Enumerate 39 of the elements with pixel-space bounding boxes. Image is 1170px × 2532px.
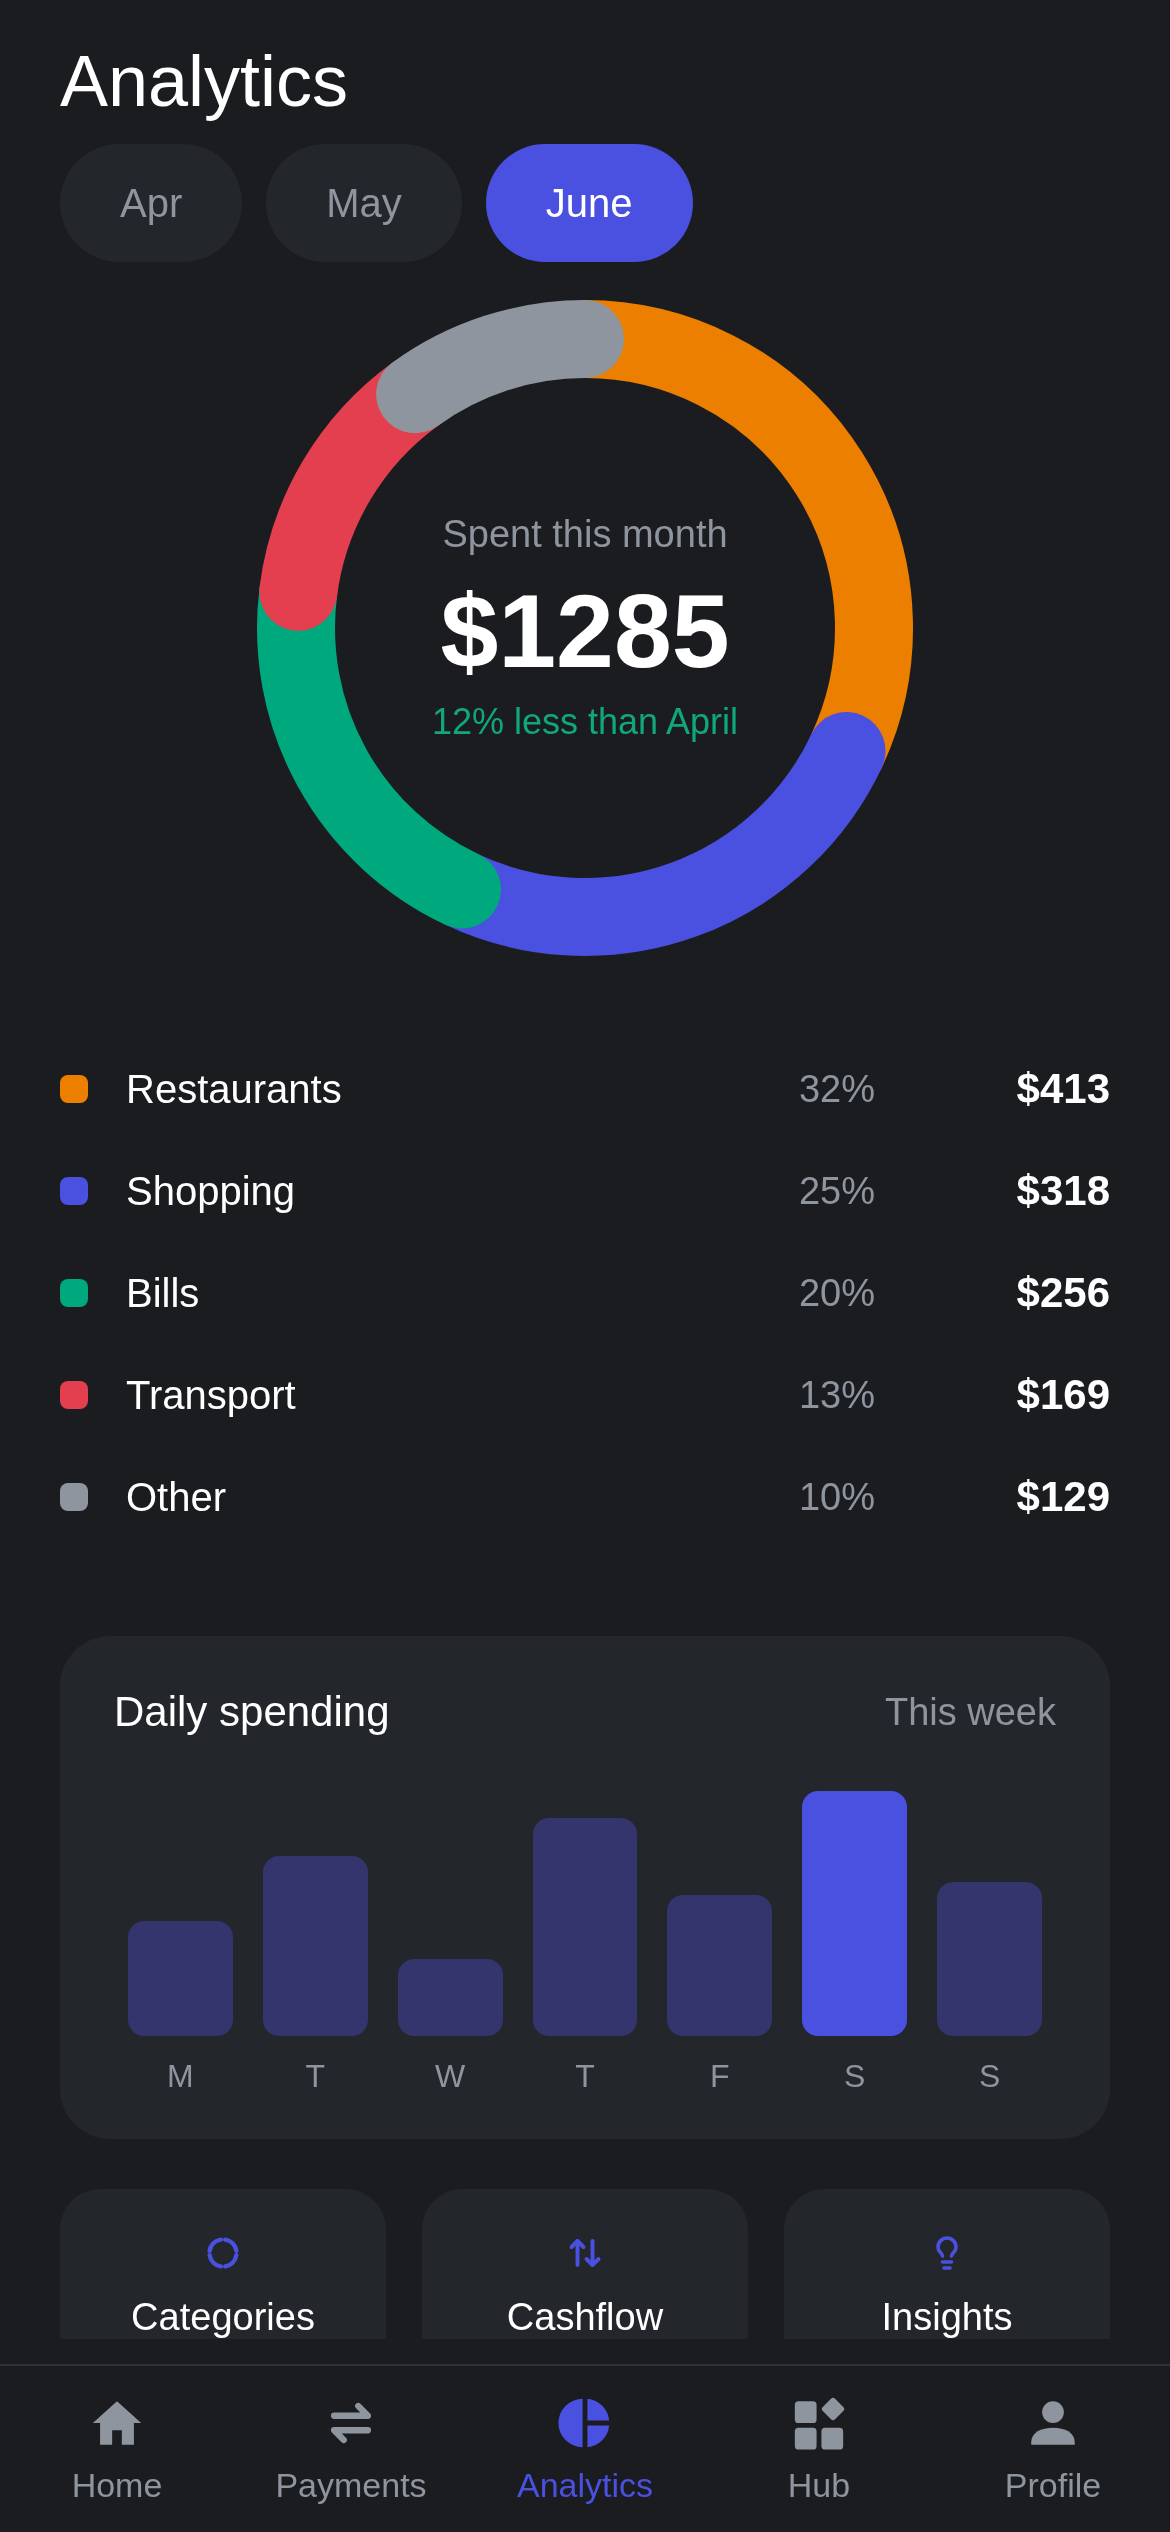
category-amount: $318 <box>1015 1167 1110 1215</box>
day-label: F <box>709 2058 731 2095</box>
nav-tab[interactable]: Analytics <box>468 2366 702 2532</box>
category-name: Bills <box>126 1270 201 1316</box>
donut-caption: Spent this month <box>442 513 728 556</box>
nav-tab[interactable]: Payments <box>234 2366 468 2532</box>
day-label: M <box>166 2058 195 2095</box>
category-percent: 32% <box>797 1067 875 1111</box>
day-label: S <box>977 2058 1002 2095</box>
month-tab[interactable]: May <box>266 144 462 262</box>
shortcut-tile[interactable]: Categories <box>60 2189 386 2339</box>
page-title: Analytics <box>60 40 349 123</box>
month-tab[interactable]: June <box>485 144 693 262</box>
category-name: Restaurants <box>126 1066 343 1112</box>
shortcut-tile[interactable]: Insights <box>784 2189 1110 2339</box>
day-label: T <box>304 2058 327 2095</box>
nav-tab[interactable]: Profile <box>936 2366 1170 2532</box>
day-label: T <box>574 2058 596 2095</box>
day-label: S <box>843 2058 867 2095</box>
category-amount: $413 <box>1015 1065 1110 1113</box>
category-percent: 25% <box>797 1169 875 1213</box>
nav-tab[interactable]: Hub <box>702 2366 936 2532</box>
period-label: This week <box>884 1690 1056 1734</box>
category-percent: 20% <box>797 1271 875 1315</box>
category-amount: $129 <box>1015 1473 1110 1521</box>
category-percent: 13% <box>797 1373 875 1417</box>
card-title: Daily spending <box>114 1688 390 1736</box>
category-amount: $256 <box>1015 1269 1110 1317</box>
category-percent: 10% <box>797 1475 875 1519</box>
shortcut-tile[interactable]: Cashflow <box>422 2189 748 2339</box>
total-amount: $1285 <box>440 572 730 691</box>
category-amount: $169 <box>1015 1371 1110 1419</box>
day-label: W <box>434 2058 467 2095</box>
nav-tab[interactable]: Home <box>0 2366 234 2532</box>
category-name: Transport <box>126 1372 297 1418</box>
category-name: Shopping <box>126 1168 297 1214</box>
category-name: Other <box>126 1474 228 1520</box>
month-tab[interactable]: Apr <box>60 144 243 262</box>
comparison-text: 12% less than April <box>431 701 739 743</box>
